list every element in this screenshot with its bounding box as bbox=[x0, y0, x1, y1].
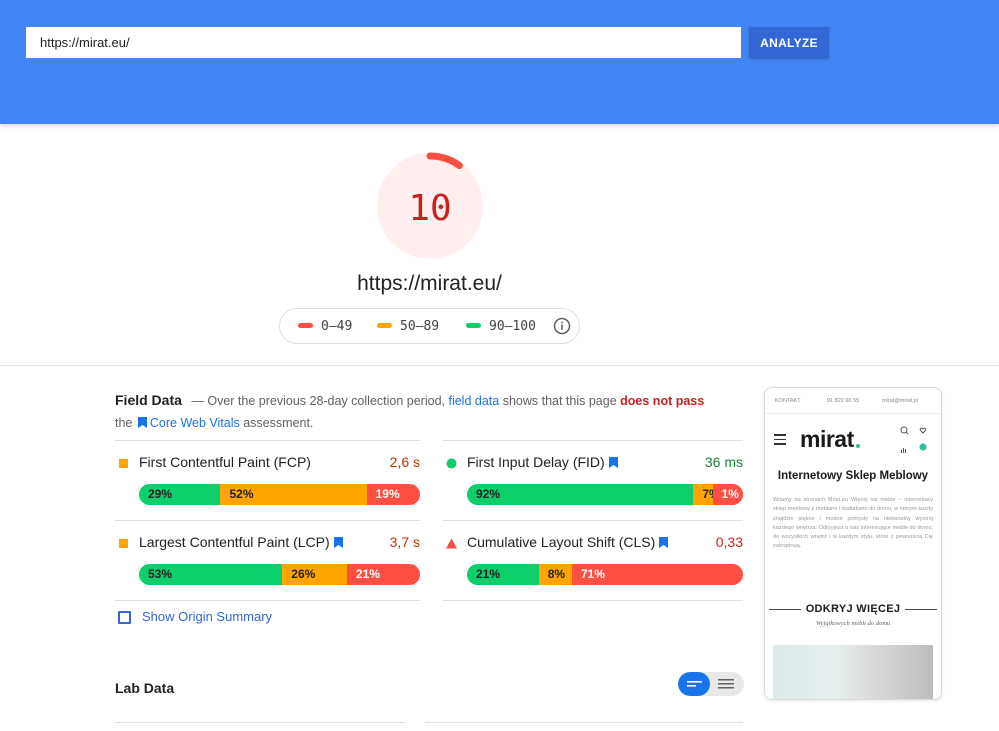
legend-average-label: 50–89 bbox=[400, 319, 440, 334]
metric-circle-status-icon bbox=[446, 458, 457, 469]
core-web-vital-bookmark-icon bbox=[659, 536, 669, 548]
legend-poor-label: 0–49 bbox=[321, 319, 353, 334]
site-section-subtitle: Wyjątkowych mebli do domu bbox=[815, 620, 891, 627]
metric-triangle-status-icon bbox=[446, 538, 457, 549]
site-hero-image bbox=[773, 645, 933, 699]
metric-name: First Contentful Paint (FCP) bbox=[139, 454, 311, 470]
field-data-description: Field Data — Over the previous 28-day co… bbox=[115, 389, 715, 434]
analyze-button[interactable]: ANALYZE bbox=[749, 27, 829, 58]
distribution-good-segment: 53% bbox=[139, 564, 283, 585]
metric-name: Cumulative Layout Shift (CLS) bbox=[467, 534, 671, 550]
core-web-vitals-link[interactable]: Core Web Vitals bbox=[150, 416, 240, 430]
distribution-poor-segment: 21% bbox=[346, 564, 420, 585]
metric-distribution-bar: 21% 8% 71% bbox=[467, 564, 743, 585]
metric-square-status-icon bbox=[119, 539, 128, 548]
analyzed-url: https://mirat.eu/ bbox=[357, 272, 502, 295]
site-phone: 91 822 60 55 bbox=[827, 398, 860, 404]
legend-average-swatch bbox=[377, 323, 392, 328]
legend-poor-swatch bbox=[298, 323, 313, 328]
field-data-desc-text-2: shows that this page bbox=[502, 394, 617, 408]
metric-lcp: Largest Contentful Paint (LCP) 3,7 s 53% 26… bbox=[115, 520, 420, 600]
lab-divider-left bbox=[115, 722, 405, 723]
site-menu-icon bbox=[774, 434, 786, 448]
metric-distribution-bar: 92%7%1% bbox=[467, 484, 743, 505]
field-data-desc-text-4: assessment. bbox=[243, 416, 314, 430]
metric-value: 36 ms bbox=[704, 454, 743, 470]
legend-poor: 0–49 bbox=[298, 319, 352, 334]
origin-summary-checkbox[interactable] bbox=[118, 611, 131, 624]
site-logo: mirat bbox=[800, 426, 854, 452]
legend-good: 90–100 bbox=[466, 319, 536, 334]
site-intro-text: Witamy na stronach Mirat.eu Więcej niż m… bbox=[773, 497, 933, 550]
origin-summary-row[interactable]: Show Origin Summary bbox=[115, 600, 420, 640]
distribution-poor-segment: 19% bbox=[366, 484, 420, 505]
view-toggle[interactable] bbox=[678, 672, 744, 696]
site-email: mirat@mirat.pl bbox=[882, 398, 918, 404]
site-topbar: KONTAKT 91 822 60 55 mirat@mirat.pl bbox=[765, 388, 941, 414]
site-heading: Internetowy Sklep Meblowy bbox=[777, 470, 929, 482]
origin-summary-label[interactable]: Show Origin Summary bbox=[142, 609, 272, 624]
metric-distribution-bar: 29% 52% 19% bbox=[139, 484, 420, 505]
assessment-fail-text: does not pass bbox=[620, 394, 705, 408]
metric-value: 2,6 s bbox=[389, 454, 420, 470]
distribution-avg-segment: 7% bbox=[693, 484, 713, 505]
header-bar: ANALYZE bbox=[0, 0, 999, 124]
legend-good-label: 90–100 bbox=[489, 319, 536, 334]
distribution-avg-segment: 8% bbox=[538, 564, 572, 585]
site-contact-link: KONTAKT bbox=[775, 398, 801, 404]
distribution-poor-segment: 1% bbox=[712, 484, 743, 505]
core-web-vital-bookmark-icon bbox=[333, 536, 343, 548]
field-data-link[interactable]: field data bbox=[448, 394, 499, 408]
score-legend: 0–49 50–89 90–100 bbox=[279, 308, 580, 344]
metric-distribution-bar: 53% 26% 21% bbox=[139, 564, 420, 585]
site-header-icons bbox=[900, 426, 927, 453]
distribution-good-segment: 21% bbox=[467, 564, 539, 585]
distribution-good-segment: 29% bbox=[139, 484, 221, 505]
field-data-desc-text: — Over the previous 28-day collection pe… bbox=[191, 394, 445, 408]
row-divider bbox=[443, 600, 743, 601]
site-section-title: ODKRYJ WIĘCEJ bbox=[805, 603, 901, 615]
site-logo-dot bbox=[856, 444, 860, 448]
metric-fcp: First Contentful Paint (FCP) 2,6 s 29% 52% 1… bbox=[115, 440, 420, 520]
legend-average: 50–89 bbox=[377, 319, 439, 334]
distribution-good-segment: 92% bbox=[467, 484, 694, 505]
lab-data-title: Lab Data bbox=[115, 680, 175, 696]
metric-cls: Cumulative Layout Shift (CLS) 0,33 21% 8% 71… bbox=[443, 520, 743, 600]
metric-name: Largest Contentful Paint (LCP) bbox=[139, 534, 346, 550]
metric-value: 0,33 bbox=[715, 534, 743, 550]
metric-fid: First Input Delay (FID) 36 ms 92%7%1% bbox=[443, 440, 743, 520]
performance-score-gauge: 10 bbox=[376, 152, 484, 260]
distribution-poor-segment: 71% bbox=[571, 564, 743, 585]
core-web-vital-bookmark-icon bbox=[608, 456, 618, 468]
field-data-desc-text-3: the bbox=[115, 416, 133, 430]
lab-divider-right bbox=[425, 722, 743, 723]
list-view-icon[interactable] bbox=[718, 678, 734, 690]
legend-good-swatch bbox=[466, 323, 481, 328]
section-divider bbox=[0, 365, 999, 366]
core-web-vitals-bookmark-icon bbox=[137, 417, 147, 429]
distribution-avg-segment: 26% bbox=[282, 564, 347, 585]
metric-value: 3,7 s bbox=[389, 534, 420, 550]
url-input[interactable] bbox=[26, 27, 741, 58]
summary-view-icon[interactable] bbox=[687, 679, 702, 689]
field-data-title: Field Data bbox=[115, 392, 182, 408]
page-screenshot-thumbnail: KONTAKT 91 822 60 55 mirat@mirat.pl mira… bbox=[764, 387, 942, 700]
distribution-avg-segment: 52% bbox=[220, 484, 367, 505]
metric-name: First Input Delay (FID) bbox=[467, 454, 621, 470]
metric-square-status-icon bbox=[119, 459, 128, 468]
info-icon[interactable] bbox=[553, 317, 571, 335]
score-value: 10 bbox=[408, 188, 451, 229]
